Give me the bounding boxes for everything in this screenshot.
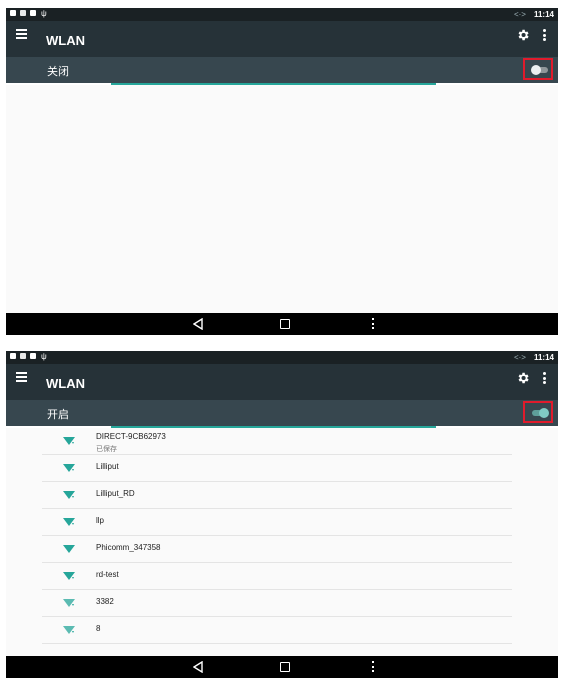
wifi-ssid: llp (96, 516, 105, 525)
wifi-signal-icon (63, 572, 75, 580)
wifi-signal-icon (63, 437, 75, 445)
usb-icon: ψ (41, 352, 47, 361)
app-bar: WLAN (6, 364, 558, 400)
wlan-toggle-highlight (523, 58, 553, 80)
wifi-signal-icon (63, 518, 75, 526)
back-triangle-icon[interactable] (193, 661, 203, 673)
notification-icon (20, 10, 26, 16)
switch-status-label: 开启 (47, 409, 69, 421)
menu-dots-icon[interactable] (372, 661, 374, 672)
notification-icon (10, 10, 16, 16)
wifi-network-item[interactable]: Lilliput (42, 455, 512, 482)
wifi-status: 已保存 (96, 446, 117, 453)
navigation-bar (6, 656, 558, 678)
hamburger-icon[interactable] (16, 29, 27, 39)
wifi-network-item[interactable]: 3382 (42, 590, 512, 617)
wifi-ssid: rd-test (96, 570, 119, 579)
more-vert-icon[interactable] (543, 29, 546, 41)
wifi-signal-icon (63, 491, 75, 499)
sync-icon: <·> (513, 10, 526, 19)
wifi-ssid: 8 (96, 624, 101, 633)
status-bar: ψ <·> 11:14 (6, 351, 558, 364)
status-bar: ψ <·> 11:14 (6, 8, 558, 21)
notification-icon (30, 353, 36, 359)
switch-status-label: 关闭 (47, 66, 69, 78)
notification-icon (30, 10, 36, 16)
wlan-switch-bar: 关闭 (6, 57, 558, 83)
wifi-network-item[interactable]: llp (42, 509, 512, 536)
navigation-bar (6, 313, 558, 335)
usb-icon: ψ (41, 9, 47, 18)
empty-content-area (6, 85, 558, 313)
menu-dots-icon[interactable] (372, 318, 374, 329)
screenshot-wlan-on: ψ <·> 11:14 WLAN 开启 DIRECT-9CB62973 已保存 … (6, 351, 558, 678)
app-bar: WLAN (6, 21, 558, 57)
wlan-toggle-thumb[interactable] (539, 408, 549, 418)
notification-icons: ψ (10, 353, 47, 361)
status-time: 11:14 (533, 353, 554, 362)
wlan-toggle-highlight (523, 401, 553, 423)
wifi-signal-icon (63, 464, 75, 472)
screenshot-wlan-off: ψ <·> 11:14 WLAN 关闭 (6, 8, 558, 335)
wlan-toggle-thumb[interactable] (531, 65, 541, 75)
page-title: WLAN (46, 33, 85, 48)
wlan-switch-bar: 开启 (6, 400, 558, 426)
wifi-signal-icon (63, 599, 75, 607)
wifi-network-item[interactable]: DIRECT-9CB62973 已保存 (42, 428, 512, 455)
wifi-network-item[interactable]: Phicomm_347358 (42, 536, 512, 563)
wifi-network-item[interactable]: 8 (42, 617, 512, 644)
wifi-ssid: Phicomm_347358 (96, 543, 161, 552)
sync-icon: <·> (513, 353, 526, 362)
gear-icon[interactable] (516, 28, 530, 42)
back-triangle-icon[interactable] (193, 318, 203, 330)
notification-icon (10, 353, 16, 359)
wifi-ssid: DIRECT-9CB62973 (96, 432, 166, 441)
page-title: WLAN (46, 376, 85, 391)
wifi-network-item[interactable]: rd-test (42, 563, 512, 590)
wifi-ssid: 3382 (96, 597, 114, 606)
wifi-network-list: DIRECT-9CB62973 已保存 Lilliput Lilliput_RD… (6, 428, 558, 656)
wifi-signal-icon (63, 545, 75, 553)
status-time: 11:14 (533, 10, 554, 19)
gear-icon[interactable] (516, 371, 530, 385)
home-square-icon[interactable] (280, 319, 290, 329)
more-vert-icon[interactable] (543, 372, 546, 384)
home-square-icon[interactable] (280, 662, 290, 672)
wifi-ssid: Lilliput_RD (96, 489, 135, 498)
notification-icons: ψ (10, 10, 47, 18)
wifi-ssid: Lilliput (96, 462, 119, 471)
hamburger-icon[interactable] (16, 372, 27, 382)
wifi-signal-icon (63, 626, 75, 634)
notification-icon (20, 353, 26, 359)
wifi-network-item[interactable]: Lilliput_RD (42, 482, 512, 509)
